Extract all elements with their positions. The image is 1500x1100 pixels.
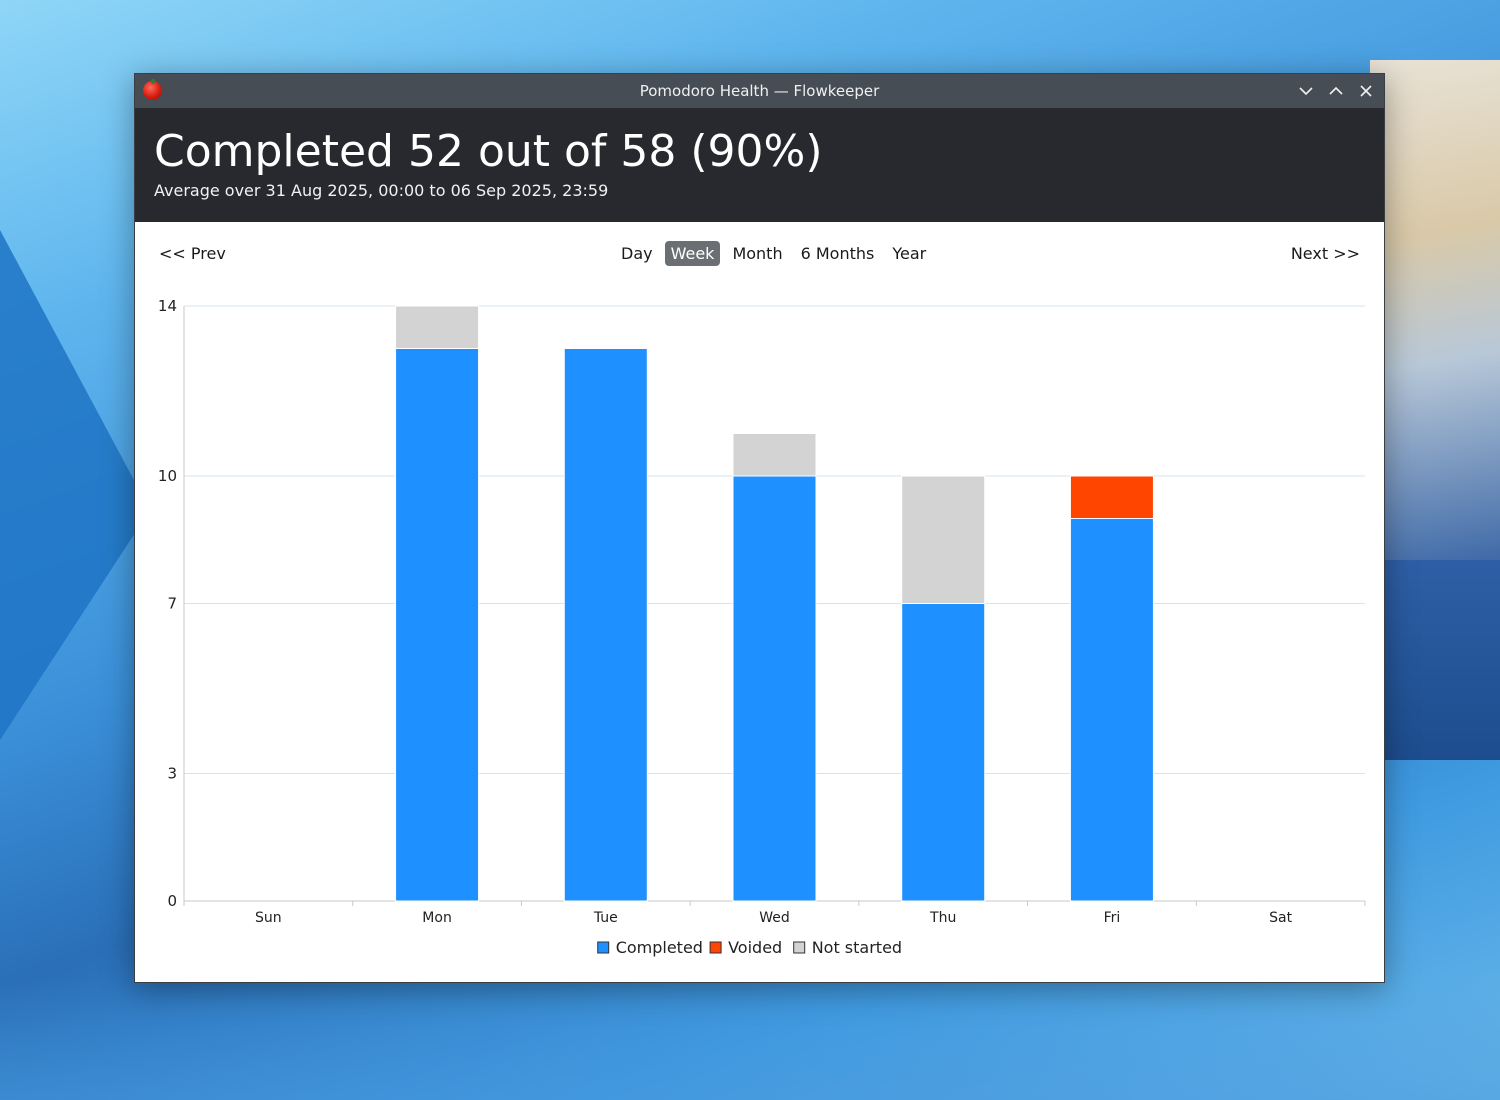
chevron-up-icon bbox=[1329, 86, 1343, 95]
period-month[interactable]: Month bbox=[726, 241, 788, 266]
next-button[interactable]: Next >> bbox=[1291, 244, 1360, 263]
period-week[interactable]: Week bbox=[664, 241, 721, 266]
bar-completed bbox=[901, 603, 986, 902]
period-navigation: << Prev Day Week Month 6 Months Year Nex… bbox=[135, 222, 1384, 288]
minimize-button[interactable] bbox=[1294, 78, 1318, 104]
period-selector: Day Week Month 6 Months Year bbox=[615, 241, 932, 266]
x-tick-label: Wed bbox=[759, 910, 790, 926]
wallpaper-shape bbox=[0, 980, 1500, 1100]
pomodoro-health-window: Pomodoro Health — Flowkeeper Completed 5… bbox=[134, 73, 1385, 983]
x-tick-label: Sat bbox=[1269, 910, 1292, 926]
legend-swatch bbox=[597, 941, 610, 954]
chart-svg: 0 3 7 10 14 Sun Mon Tue Wed Thu Fri Sat Completed Voi… bbox=[158, 297, 1366, 957]
titlebar[interactable]: Pomodoro Health — Flowkeeper bbox=[135, 74, 1384, 108]
bar-completed bbox=[563, 348, 648, 902]
bar-completed bbox=[395, 348, 480, 902]
legend-label: Not started bbox=[812, 938, 902, 957]
chevron-down-icon bbox=[1299, 87, 1313, 96]
x-tick-label: Thu bbox=[929, 910, 956, 926]
date-range-subtitle: Average over 31 Aug 2025, 00:00 to 06 Se… bbox=[154, 181, 609, 200]
window-title: Pomodoro Health — Flowkeeper bbox=[639, 82, 880, 100]
x-tick-label: Fri bbox=[1104, 910, 1121, 926]
tomato-app-icon[interactable] bbox=[143, 79, 162, 100]
completion-headline: Completed 52 out of 58 (90%) bbox=[154, 126, 823, 177]
y-tick-label: 3 bbox=[167, 765, 177, 783]
wallpaper-shape bbox=[0, 230, 150, 740]
close-button[interactable] bbox=[1354, 78, 1378, 104]
bar-not-started bbox=[732, 433, 817, 477]
legend-swatch bbox=[793, 941, 806, 954]
wallpaper-shape bbox=[1370, 60, 1500, 560]
wallpaper-shape bbox=[1370, 560, 1500, 760]
bar-not-started bbox=[901, 475, 986, 604]
y-tick-label: 7 bbox=[167, 595, 177, 613]
legend-label: Voided bbox=[728, 938, 782, 957]
window-controls bbox=[1294, 78, 1378, 104]
period-year[interactable]: Year bbox=[886, 241, 932, 266]
summary-header: Completed 52 out of 58 (90%) Average ove… bbox=[135, 108, 1384, 222]
close-icon bbox=[1360, 85, 1372, 97]
y-tick-label: 10 bbox=[158, 467, 177, 485]
weekly-stacked-bar-chart: 0 3 7 10 14 Sun Mon Tue Wed Thu Fri Sat Completed Voi… bbox=[135, 288, 1384, 978]
maximize-button[interactable] bbox=[1324, 78, 1348, 104]
x-tick-label: Mon bbox=[422, 910, 452, 926]
x-tick-label: Tue bbox=[593, 910, 618, 926]
bar-voided bbox=[1069, 475, 1154, 519]
prev-button[interactable]: << Prev bbox=[159, 244, 226, 263]
period-6-months[interactable]: 6 Months bbox=[795, 241, 881, 266]
bar-completed bbox=[732, 475, 817, 902]
y-tick-label: 0 bbox=[167, 892, 177, 910]
legend-swatch bbox=[709, 941, 722, 954]
period-day[interactable]: Day bbox=[615, 241, 659, 266]
x-tick-label: Sun bbox=[255, 910, 282, 926]
legend-label: Completed bbox=[616, 938, 703, 957]
bar-not-started bbox=[395, 305, 480, 349]
bar-completed bbox=[1069, 518, 1154, 902]
y-tick-label: 14 bbox=[158, 297, 177, 315]
